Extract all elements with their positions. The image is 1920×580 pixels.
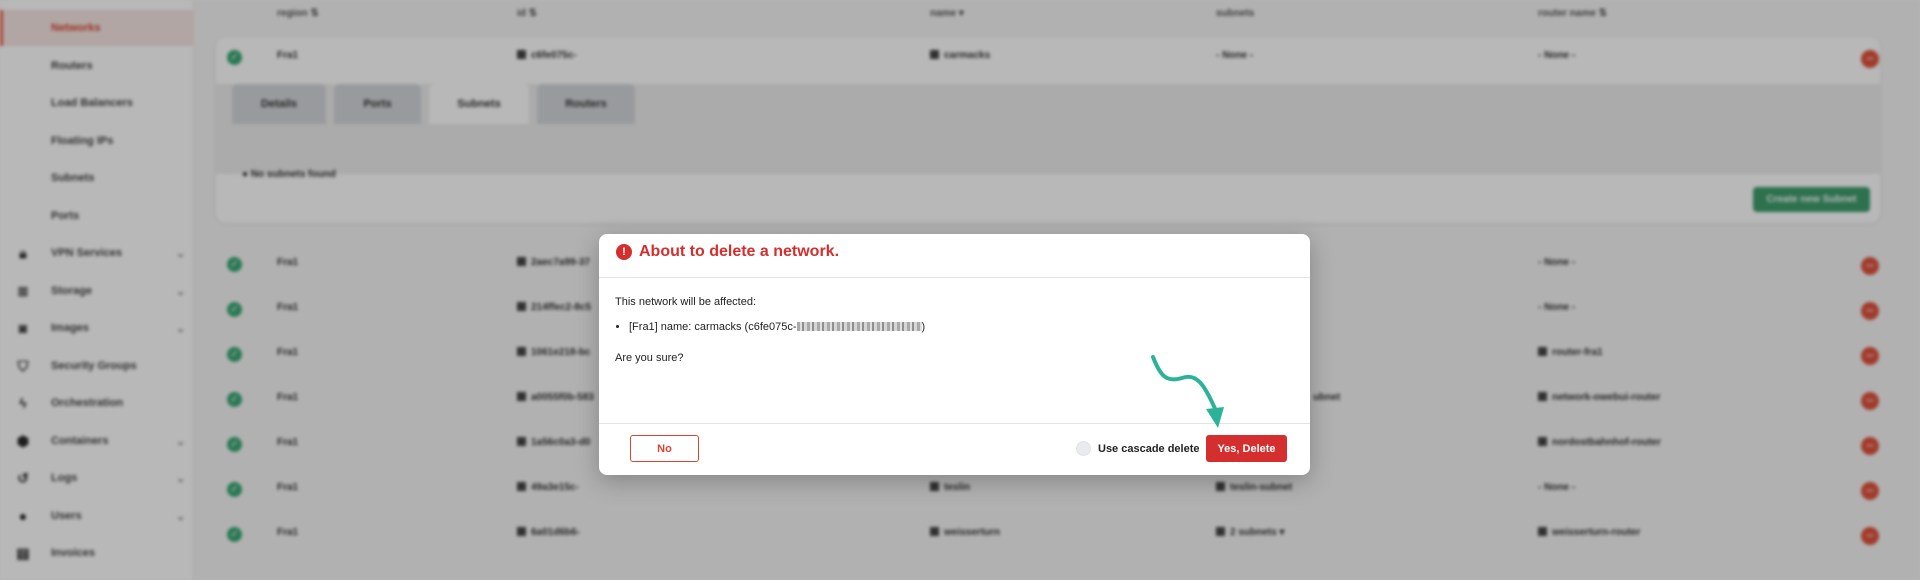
cascade-delete-checkbox[interactable]	[1076, 441, 1091, 456]
affected-item-close: )	[921, 321, 926, 333]
alert-icon: !	[616, 244, 632, 260]
cascade-delete-label: Use cascade delete	[1098, 443, 1200, 455]
dialog-title: About to delete a network.	[639, 243, 840, 260]
confirm-question: Are you sure?	[615, 352, 684, 364]
no-button[interactable]: No	[630, 435, 699, 462]
affected-item-text: [Fra1] name: carmacks (c6fe075c-	[629, 321, 797, 333]
yes-delete-button[interactable]: Yes, Delete	[1206, 435, 1287, 462]
affected-label: This network will be affected:	[615, 296, 757, 308]
annotation-arrow-icon	[1151, 355, 1224, 428]
affected-list: [Fra1] name: carmacks (c6fe075c-)	[629, 321, 925, 333]
dialog-header: ! About to delete a network.	[599, 234, 1310, 278]
list-item: [Fra1] name: carmacks (c6fe075c-)	[629, 321, 925, 333]
redacted-id	[796, 322, 922, 331]
